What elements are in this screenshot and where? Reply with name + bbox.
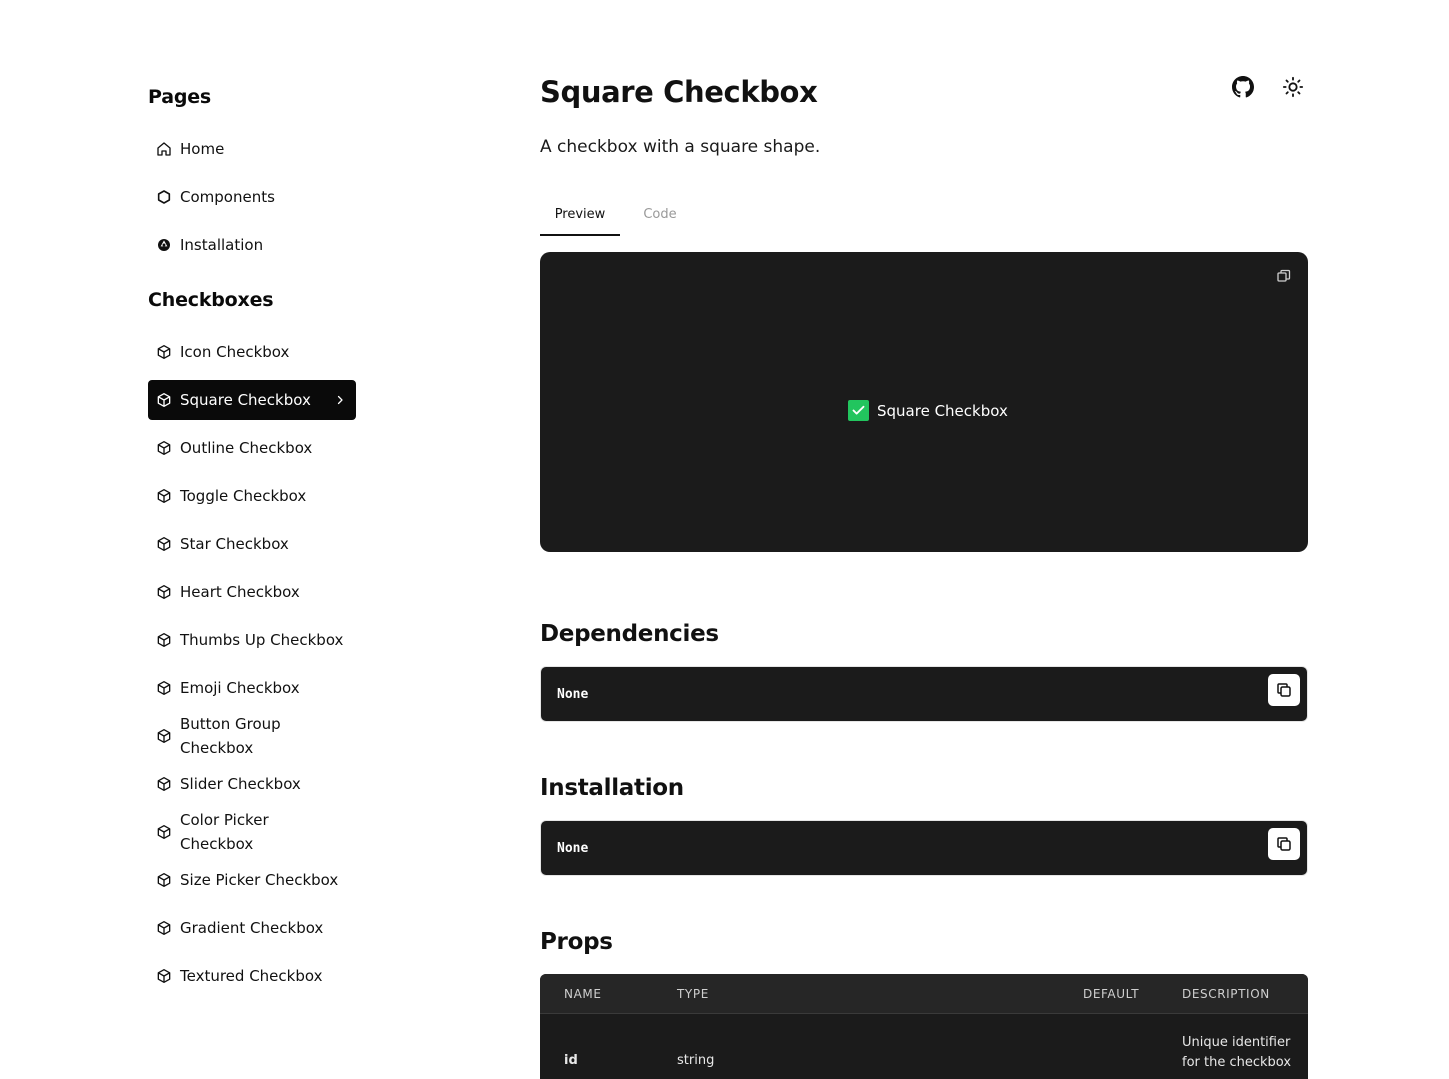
sidebar-item-label: Toggle Checkbox	[180, 487, 307, 505]
sidebar-item-icon-checkbox[interactable]: Icon Checkbox	[148, 332, 356, 372]
check-icon	[852, 405, 865, 415]
props-heading: Props	[540, 929, 613, 955]
sidebar-item-gradient-checkbox[interactable]: Gradient Checkbox	[148, 908, 356, 948]
sidebar-section-title-checkboxes: Checkboxes	[148, 289, 274, 311]
sidebar-section-title-pages: Pages	[148, 86, 212, 108]
sidebar-item-label: Button Group Checkbox	[180, 715, 281, 757]
sidebar-item-label: Gradient Checkbox	[180, 919, 324, 937]
box-icon	[156, 776, 172, 792]
square-checkbox-demo[interactable]: Square Checkbox	[848, 400, 1008, 421]
tab-preview[interactable]: Preview	[540, 198, 620, 236]
dependencies-code: None	[557, 687, 589, 702]
sidebar-item-label: Emoji Checkbox	[180, 679, 300, 697]
preview-panel: Square Checkbox	[540, 252, 1308, 552]
sidebar-item-label: Size Picker Checkbox	[180, 871, 339, 889]
box-icon	[156, 344, 172, 360]
copy-installation-button[interactable]	[1268, 828, 1300, 860]
page-title: Square Checkbox	[540, 75, 818, 109]
sidebar-item-star-checkbox[interactable]: Star Checkbox	[148, 524, 356, 564]
sidebar-item-components[interactable]: Components	[148, 177, 356, 217]
sidebar-item-label: Square Checkbox	[180, 391, 311, 409]
sidebar-item-label: Slider Checkbox	[180, 775, 301, 793]
sidebar-item-label: Thumbs Up Checkbox	[180, 631, 344, 649]
sidebar-item-label: Star Checkbox	[180, 535, 289, 553]
page-description: A checkbox with a square shape.	[540, 137, 821, 157]
copy-dependencies-button[interactable]	[1268, 674, 1300, 706]
box-icon	[156, 632, 172, 648]
sidebar-item-textured-checkbox[interactable]: Textured Checkbox	[148, 956, 356, 996]
tab-bar: Preview Code	[540, 198, 1308, 236]
sidebar-item-label: Icon Checkbox	[180, 343, 290, 361]
table-row: id string Unique identifier for the chec…	[540, 1014, 1308, 1079]
sidebar-item-label: Color Picker Checkbox	[180, 811, 269, 853]
box-icon	[156, 584, 172, 600]
sidebar-item-emoji-checkbox[interactable]: Emoji Checkbox	[148, 668, 356, 708]
installation-code: None	[557, 841, 589, 856]
sidebar-item-outline-checkbox[interactable]: Outline Checkbox	[148, 428, 356, 468]
box-icon	[156, 488, 172, 504]
chevron-right-icon	[334, 394, 346, 406]
prop-name: id	[564, 1053, 578, 1068]
tab-code[interactable]: Code	[620, 198, 700, 236]
sidebar-item-thumbs-up-checkbox[interactable]: Thumbs Up Checkbox	[148, 620, 356, 660]
prop-default	[1083, 1014, 1182, 1079]
prop-type: string	[677, 1053, 715, 1068]
box-icon	[156, 872, 172, 888]
sidebar-item-label: Outline Checkbox	[180, 439, 313, 457]
checkbox-checked[interactable]	[848, 400, 869, 421]
sidebar-item-heart-checkbox[interactable]: Heart Checkbox	[148, 572, 356, 612]
hexagon-icon	[156, 189, 172, 205]
sidebar-item-label: Textured Checkbox	[180, 967, 323, 985]
column-header-type: TYPE	[677, 987, 709, 1001]
copy-icon[interactable]	[1276, 268, 1292, 284]
props-table: NAME TYPE DEFAULT DESCRIPTION id string …	[540, 974, 1308, 1079]
sidebar-item-color-picker-checkbox[interactable]: Color Picker Checkbox	[148, 811, 356, 853]
box-icon	[156, 392, 172, 408]
aperture-icon	[156, 237, 172, 253]
sidebar-item-button-group-checkbox[interactable]: Button Group Checkbox	[148, 715, 356, 757]
prop-description: Unique identifier for the checkbox	[1182, 1035, 1292, 1070]
sidebar-item-label: Heart Checkbox	[180, 583, 300, 601]
box-icon	[156, 968, 172, 984]
sidebar-item-size-picker-checkbox[interactable]: Size Picker Checkbox	[148, 860, 356, 900]
sidebar-item-square-checkbox[interactable]: Square Checkbox	[148, 380, 356, 420]
column-header-name: NAME	[564, 987, 602, 1001]
box-icon	[156, 680, 172, 696]
installation-heading: Installation	[540, 775, 684, 801]
column-header-description: DESCRIPTION	[1182, 987, 1270, 1001]
column-header-default: DEFAULT	[1083, 987, 1140, 1001]
sidebar: Pages Home Components Installation Check…	[148, 82, 356, 1004]
dependencies-code-block: None	[540, 666, 1308, 722]
home-icon	[156, 141, 172, 157]
sidebar-item-label: Home	[180, 140, 225, 158]
box-icon	[156, 536, 172, 552]
sidebar-item-label: Components	[180, 188, 275, 206]
box-icon	[156, 824, 172, 840]
main-content: Square Checkbox A checkbox with a square…	[540, 70, 1308, 1079]
sidebar-item-label: Installation	[180, 236, 264, 254]
box-icon	[156, 920, 172, 936]
copy-icon	[1277, 837, 1291, 851]
checkbox-label: Square Checkbox	[877, 401, 1008, 420]
sidebar-item-installation[interactable]: Installation	[148, 225, 356, 265]
copy-icon	[1277, 683, 1291, 697]
box-icon	[156, 440, 172, 456]
box-icon	[156, 728, 172, 744]
sidebar-item-slider-checkbox[interactable]: Slider Checkbox	[148, 764, 356, 804]
dependencies-heading: Dependencies	[540, 621, 719, 647]
sidebar-item-toggle-checkbox[interactable]: Toggle Checkbox	[148, 476, 356, 516]
installation-code-block: None	[540, 820, 1308, 876]
props-table-header: NAME TYPE DEFAULT DESCRIPTION	[540, 974, 1308, 1014]
sidebar-item-home[interactable]: Home	[148, 129, 356, 169]
